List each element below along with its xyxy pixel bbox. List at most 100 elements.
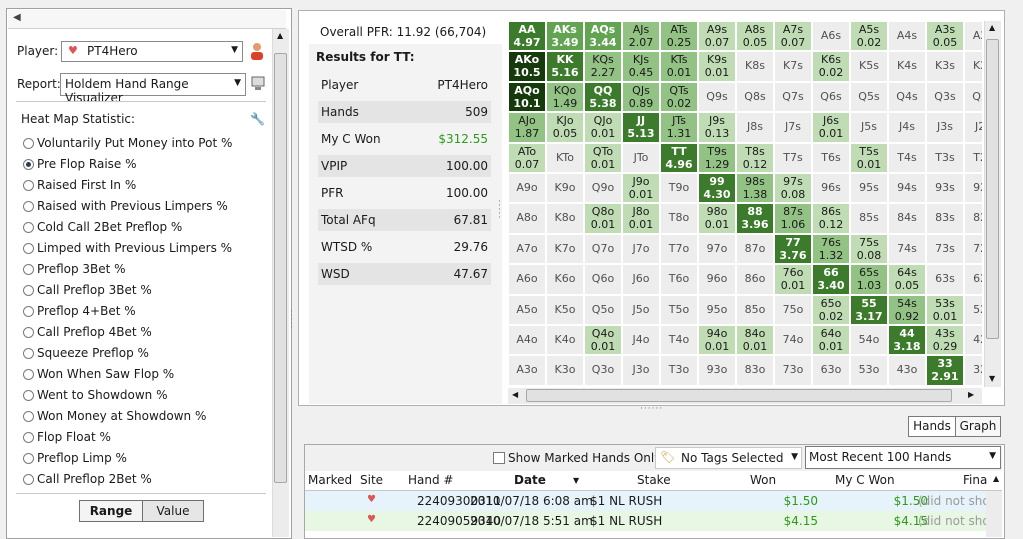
splitter-grip[interactable]: ······ [640,404,663,414]
hand-cell[interactable]: AQs 3.44 [584,21,622,52]
hand-cell[interactable]: J5o [622,294,660,325]
hand-cell[interactable]: T3s [926,142,964,173]
scroll-up-icon[interactable]: ▲ [993,474,999,483]
hand-cell[interactable]: Q5s [850,81,888,113]
col-stake[interactable]: Stake [637,473,671,487]
tab-graph[interactable]: Graph [955,416,1001,437]
hand-cell[interactable]: 84s [888,203,926,234]
col-my-c-won[interactable]: My C Won [835,473,895,487]
scroll-thumb[interactable] [986,39,999,339]
stat-radio[interactable] [23,222,34,233]
hand-cell[interactable]: K5s [850,51,888,82]
stat-radio[interactable] [23,264,34,275]
hand-cell[interactable]: 83s [926,203,964,234]
collapse-left-icon[interactable]: ◀ [13,12,21,23]
hand-cell[interactable]: Q6o [584,264,622,295]
left-scrollbar[interactable]: ▲ [272,29,289,537]
stat-radio-label[interactable]: Call Preflop 3Bet % [37,283,152,297]
monitor-icon[interactable] [251,76,265,92]
col-marked[interactable]: Marked [308,473,352,487]
hand-cell[interactable]: 86s 0.12 [812,203,850,234]
stat-radio[interactable] [23,432,34,443]
stat-radio-label[interactable]: Call Preflop 2Bet % [37,472,152,486]
hand-cell[interactable]: JTs 1.31 [660,112,698,143]
value-button[interactable]: Value [142,500,204,522]
hand-cell[interactable]: A6o [508,264,546,295]
hand-cell[interactable]: Q5o [584,294,622,325]
hand-cell[interactable]: 97o [698,233,736,265]
hand-cell[interactable]: 74o [774,325,812,356]
hand-cell[interactable]: ATs 0.25 [660,21,698,52]
col-hand-number[interactable]: Hand # [408,473,453,487]
hand-cell[interactable]: 95o [698,294,736,325]
hand-cell[interactable]: 53s 0.01 [926,294,964,325]
hand-cell[interactable]: 63o [812,355,850,386]
stat-radio-label[interactable]: Pre Flop Raise % [37,157,137,171]
hand-cell[interactable]: A2s [964,21,982,52]
hand-cell[interactable]: K8o [546,203,584,234]
tags-select[interactable]: 🏷 No Tags Selected ▼ [655,447,802,469]
stat-radio-label[interactable]: Squeeze Preflop % [37,346,149,360]
hand-cell[interactable]: J7s [774,112,812,143]
hand-cell[interactable]: J3o [622,355,660,386]
hand-cell[interactable]: TT 4.96 [660,142,698,173]
hand-cell[interactable]: Q2s [964,81,982,113]
hand-cell[interactable]: 43s 0.29 [926,325,964,356]
player-select[interactable]: ♥ PT4Hero ▼ [61,41,243,62]
hand-cell[interactable]: K6o [546,264,584,295]
hand-cell[interactable]: Q4s [888,81,926,113]
hand-cell[interactable]: 64s 0.05 [888,264,926,295]
col-final[interactable]: Fina [963,473,987,487]
hand-cell[interactable]: T8o [660,203,698,234]
hand-cell[interactable]: 76s 1.32 [812,233,850,265]
player-icon[interactable] [250,42,264,60]
stat-radio-label[interactable]: Cold Call 2Bet Preflop % [37,220,182,234]
hand-cell[interactable]: KJs 0.45 [622,51,660,82]
hand-cell[interactable]: AA 4.97 [508,21,546,52]
hand-cell[interactable]: A4s [888,21,926,52]
hand-cell[interactable]: 54o [850,325,888,356]
hand-cell[interactable]: 84o 0.01 [736,325,774,356]
hand-cell[interactable]: T9o [660,173,698,204]
hand-cell[interactable]: AQo 10.1 [508,81,546,113]
hand-cell[interactable]: T2s [964,142,982,173]
hand-cell[interactable]: Q8o 0.01 [584,203,622,234]
hand-cell[interactable]: K4s [888,51,926,82]
col-site[interactable]: Site [360,473,383,487]
grid-hscrollbar[interactable]: ◀ ▶ [508,388,982,404]
stat-radio-label[interactable]: Won Money at Showdown % [37,409,206,423]
hand-cell[interactable]: T5s 0.01 [850,142,888,173]
splitter-grip[interactable]: · · · · · [498,198,501,223]
scroll-down-icon[interactable]: ▼ [989,374,995,383]
hand-cell[interactable]: A6s [812,21,850,52]
hand-cell[interactable]: QJs 0.89 [622,81,660,113]
stat-radio-label[interactable]: Raised with Previous Limpers % [37,199,228,213]
hand-cell[interactable]: J4s [888,112,926,143]
stat-radio-label[interactable]: Preflop 3Bet % [37,262,126,276]
hand-cell[interactable]: AJo 1.87 [508,112,546,143]
hand-cell[interactable]: 94s [888,173,926,204]
hand-cell[interactable]: Q4o 0.01 [584,325,622,356]
stat-radio[interactable] [23,138,34,149]
scroll-right-icon[interactable]: ▶ [968,390,974,399]
hand-cell[interactable]: J9s 0.13 [698,112,736,143]
hand-cell[interactable]: A8s 0.05 [736,21,774,52]
hand-cell[interactable]: 82s [964,203,982,234]
range-button[interactable]: Range [79,500,143,522]
hand-cell[interactable]: 98s 1.38 [736,173,774,204]
hand-cell[interactable]: T6s [812,142,850,173]
hand-cell[interactable]: KK 5.16 [546,51,584,82]
col-date[interactable]: Date [514,473,546,487]
stat-radio[interactable] [23,474,34,485]
hand-cell[interactable]: 33 2.91 [926,355,964,386]
hand-cell[interactable]: A9s 0.07 [698,21,736,52]
stat-radio[interactable] [23,243,34,254]
hand-cell[interactable]: T7s [774,142,812,173]
hand-cell[interactable]: KJo 0.05 [546,112,584,143]
stat-radio[interactable] [23,390,34,401]
hand-cell[interactable]: AKs 3.49 [546,21,584,52]
hand-cell[interactable]: 55 3.17 [850,294,888,325]
hand-cell[interactable]: KTo [546,142,584,173]
hand-cell[interactable]: KTs 0.01 [660,51,698,82]
collapse-bar[interactable]: ◀ [8,10,286,29]
